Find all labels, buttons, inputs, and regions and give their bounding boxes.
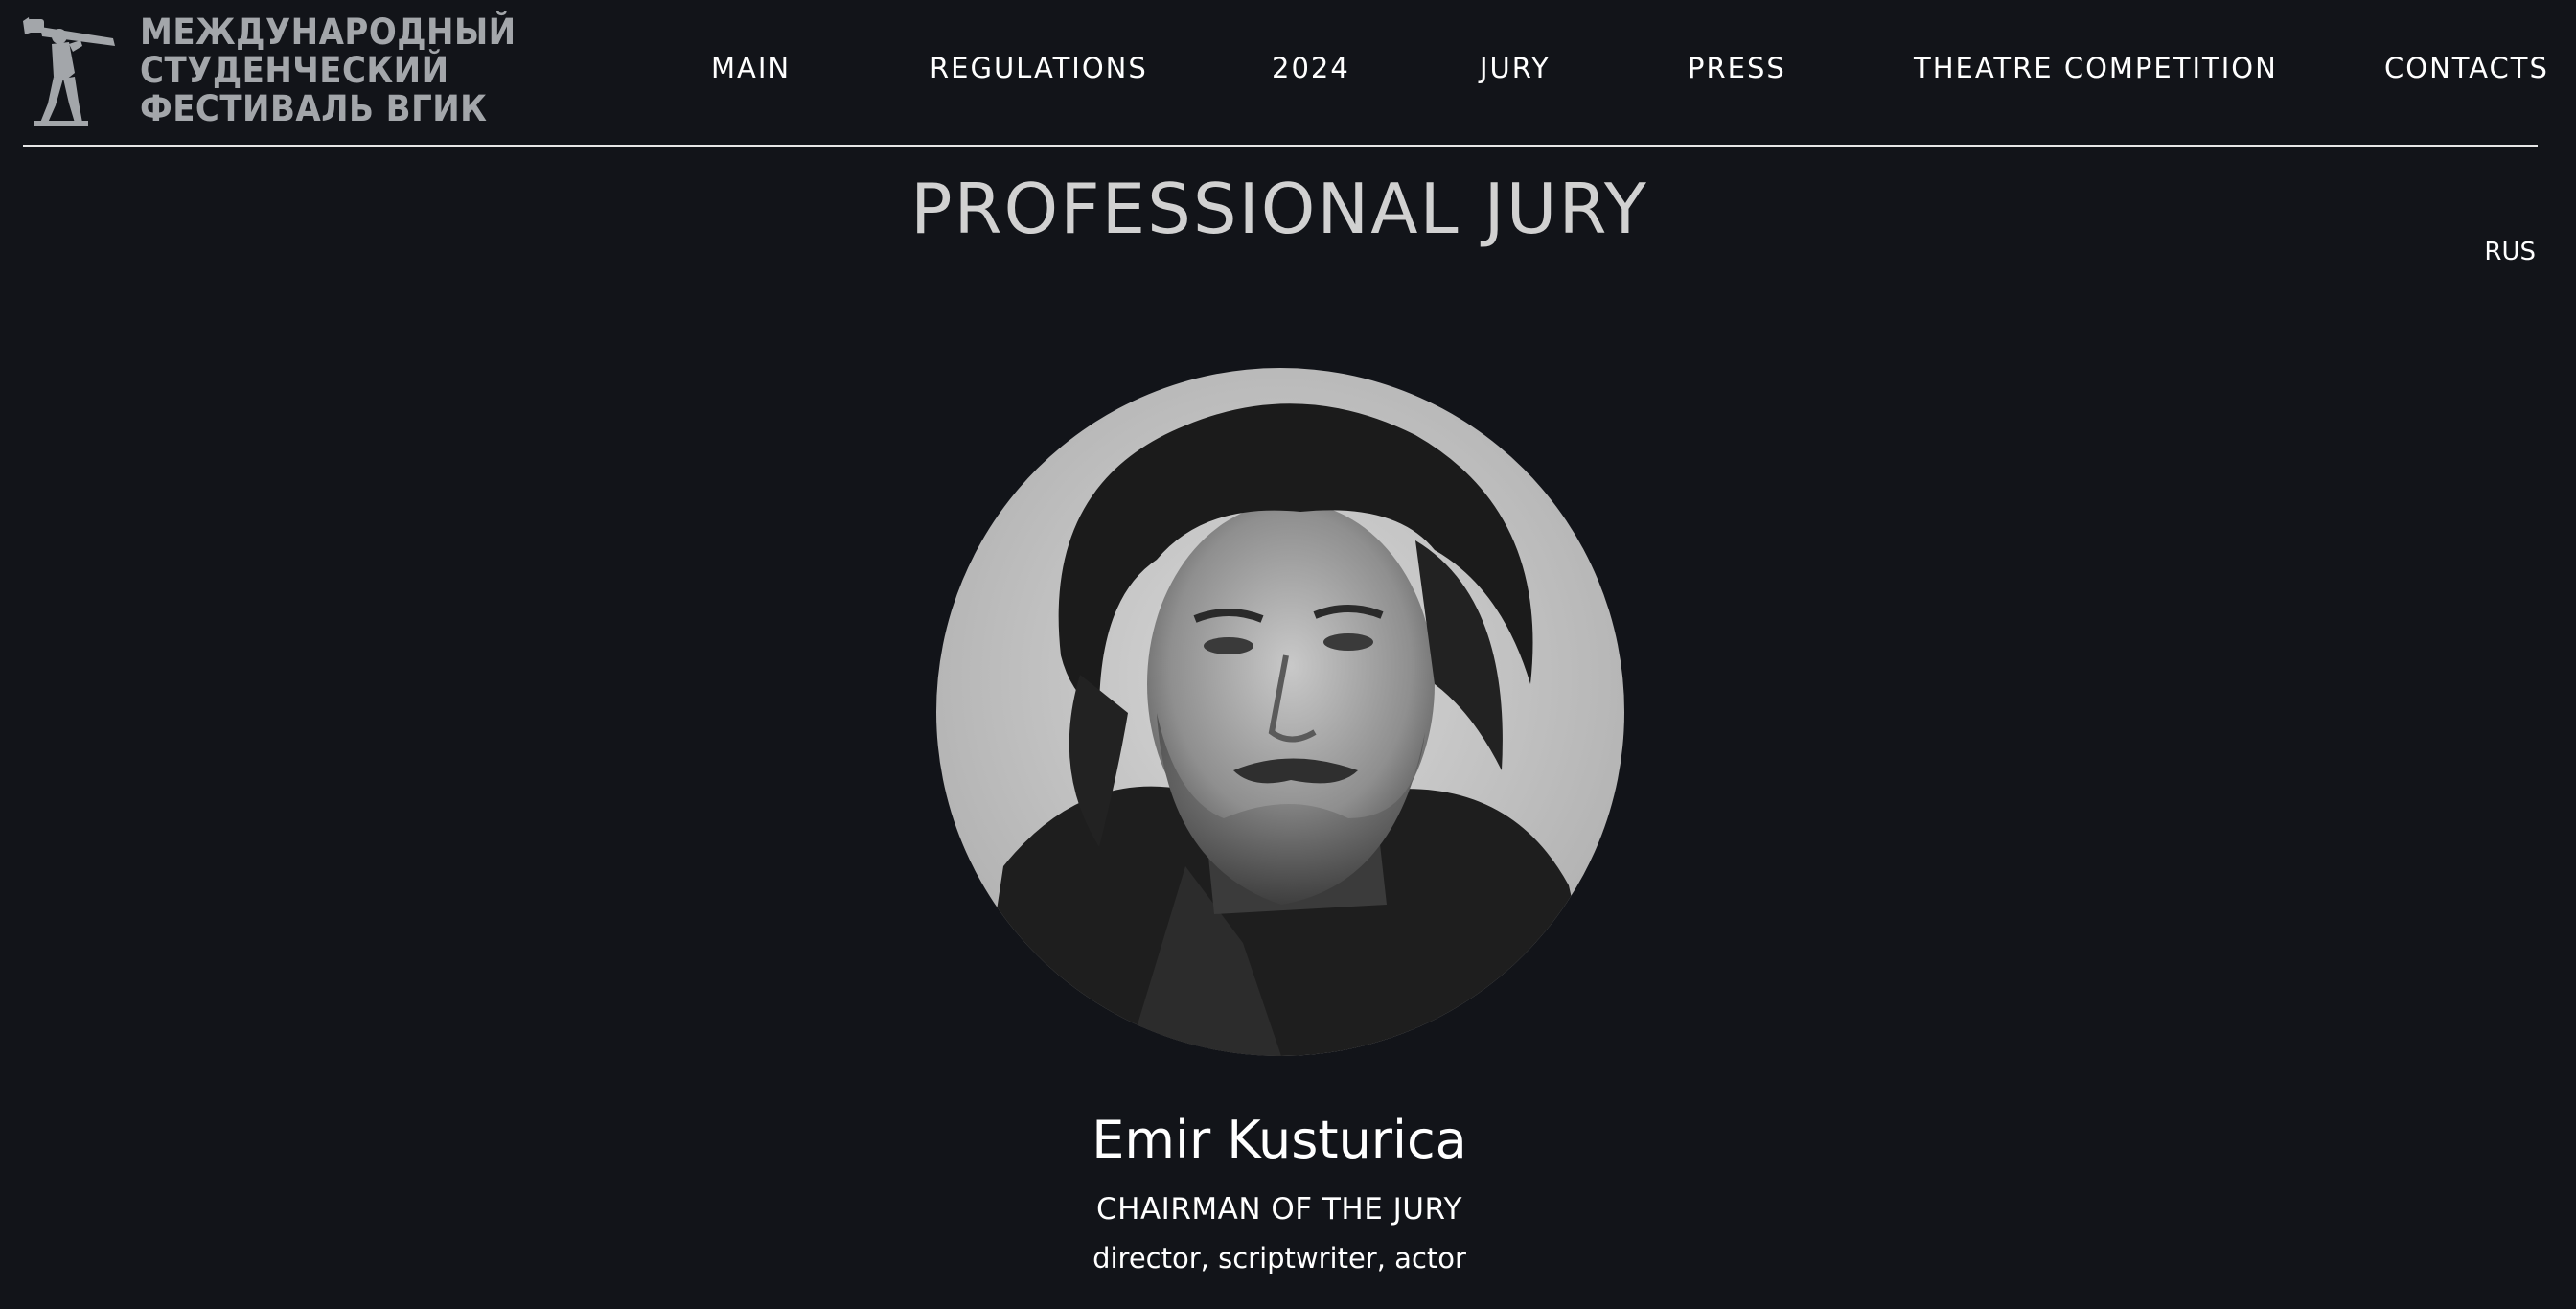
nav-item-press[interactable]: PRESS — [1688, 52, 1786, 84]
nav-item-2024[interactable]: 2024 — [1272, 52, 1350, 84]
festival-logo[interactable]: МЕЖДУНАРОДНЫЙ СТУДЕНЧЕСКИЙ ФЕСТИВАЛЬ ВГИ… — [21, 10, 549, 128]
language-switch[interactable]: RUS — [2484, 238, 2536, 266]
jury-member-name: Emir Kusturica — [1092, 1110, 1467, 1170]
nav-item-theatre-competition[interactable]: THEATRE COMPETITION — [1914, 52, 2278, 84]
jury-member-role: CHAIRMAN OF THE JURY — [1096, 1192, 1462, 1227]
page-title: PROFESSIONAL JURY — [910, 169, 1648, 249]
nav-item-jury[interactable]: JURY — [1480, 52, 1551, 84]
logo-line: ФЕСТИВАЛЬ ВГИК — [140, 88, 488, 129]
nav-item-regulations[interactable]: REGULATIONS — [930, 52, 1148, 84]
nav-item-main[interactable]: MAIN — [711, 52, 791, 84]
header-divider — [23, 145, 2538, 147]
jury-member-profession: director, scriptwriter, actor — [1092, 1242, 1466, 1275]
nav-item-contacts[interactable]: CONTACTS — [2384, 52, 2549, 84]
logo-line: СТУДЕНЧЕСКИЙ — [140, 50, 449, 91]
page: МЕЖДУНАРОДНЫЙ СТУДЕНЧЕСКИЙ ФЕСТИВАЛЬ ВГИ… — [0, 0, 2576, 1309]
logo-line: МЕЖДУНАРОДНЫЙ — [140, 11, 517, 53]
main-nav: MAIN REGULATIONS 2024 JURY PRESS THEATRE… — [711, 52, 2547, 90]
logo-text: МЕЖДУНАРОДНЫЙ СТУДЕНЧЕСКИЙ ФЕСТИВАЛЬ ВГИ… — [140, 13, 517, 128]
statue-icon — [23, 17, 115, 126]
jury-member-photo[interactable] — [936, 368, 1624, 1056]
